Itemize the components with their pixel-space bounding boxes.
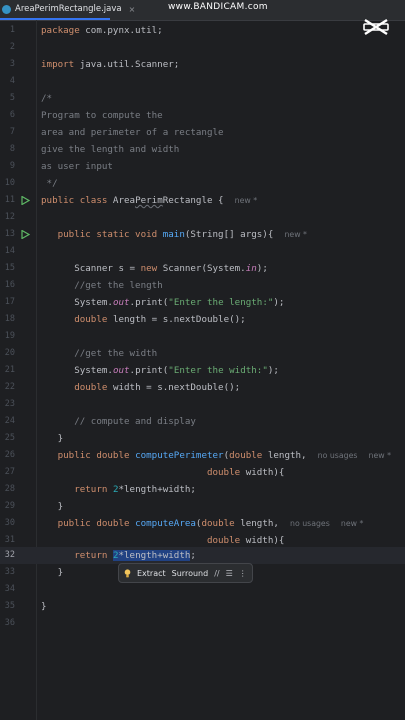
code-line-12[interactable]: 12 [0, 209, 405, 226]
code-line-22[interactable]: 22 double width = s.nextDouble(); [0, 379, 405, 396]
code-line-14[interactable]: 14 [0, 243, 405, 260]
code-line-7[interactable]: 7 area and perimeter of a rectangle [0, 124, 405, 141]
code-line-27[interactable]: 27 double width){ [0, 464, 405, 481]
code-line-26[interactable]: 26 public double computePerimeter(double… [0, 447, 405, 464]
code-line-21[interactable]: 21 System.out.print("Enter the width:"); [0, 362, 405, 379]
close-icon[interactable]: × [129, 5, 136, 14]
run-gutter-icon[interactable] [21, 196, 30, 205]
code-line-4[interactable]: 4 [0, 73, 405, 90]
bandicam-watermark: www.BANDICAM.com [168, 2, 268, 12]
code-line-10[interactable]: 10 */ [0, 175, 405, 192]
extract-button[interactable]: Extract [137, 569, 166, 578]
code-line-9[interactable]: 9 as user input [0, 158, 405, 175]
tab-filename: AreaPerimRectangle.java [15, 4, 122, 14]
code-line-32-current[interactable]: 32 return 2*length+width; [0, 547, 405, 564]
code-line-15[interactable]: 15 Scanner s = new Scanner(System.in); [0, 260, 405, 277]
code-line-35[interactable]: 35} [0, 598, 405, 615]
code-line-28[interactable]: 28 return 2*length+width; [0, 481, 405, 498]
code-line-34[interactable]: 34 [0, 581, 405, 598]
more-options-icon[interactable]: ⋮ [239, 569, 247, 578]
code-line-8[interactable]: 8 give the length and width [0, 141, 405, 158]
code-line-36[interactable]: 36 [0, 615, 405, 632]
java-file-icon [2, 4, 11, 14]
tab-area-perim-rectangle[interactable]: AreaPerimRectangle.java × [0, 0, 135, 20]
selected-expression[interactable]: 2*length+width [112, 550, 191, 561]
code-line-30[interactable]: 30 public double computeArea(double leng… [0, 515, 405, 532]
code-line-17[interactable]: 17 System.out.print("Enter the length:")… [0, 294, 405, 311]
floating-action-toolbar: Extract Surround // ☰ ⋮ [118, 563, 253, 583]
code-line-6[interactable]: 6 Program to compute the [0, 107, 405, 124]
list-icon[interactable]: ☰ [226, 569, 233, 578]
code-line-2[interactable]: 2 [0, 39, 405, 56]
code-line-24[interactable]: 24 // compute and display [0, 413, 405, 430]
run-gutter-icon[interactable] [21, 230, 30, 239]
code-line-18[interactable]: 18 double length = s.nextDouble(); [0, 311, 405, 328]
code-line-11[interactable]: 11 public class AreaPerimRectangle { new… [0, 192, 405, 209]
lightbulb-icon[interactable] [124, 568, 131, 578]
code-line-13[interactable]: 13 public static void main(String[] args… [0, 226, 405, 243]
code-line-20[interactable]: 20 //get the width [0, 345, 405, 362]
code-line-25[interactable]: 25 } [0, 430, 405, 447]
surround-button[interactable]: Surround [172, 569, 209, 578]
code-line-5[interactable]: 5/* [0, 90, 405, 107]
code-line-19[interactable]: 19 [0, 328, 405, 345]
comment-icon[interactable]: // [214, 569, 219, 578]
code-line-29[interactable]: 29 } [0, 498, 405, 515]
code-line-3[interactable]: 3 import java.util.Scanner; [0, 56, 405, 73]
code-line-1[interactable]: 1 package com.pynx.util; [0, 22, 405, 39]
code-line-23[interactable]: 23 [0, 396, 405, 413]
code-line-16[interactable]: 16 //get the length [0, 277, 405, 294]
